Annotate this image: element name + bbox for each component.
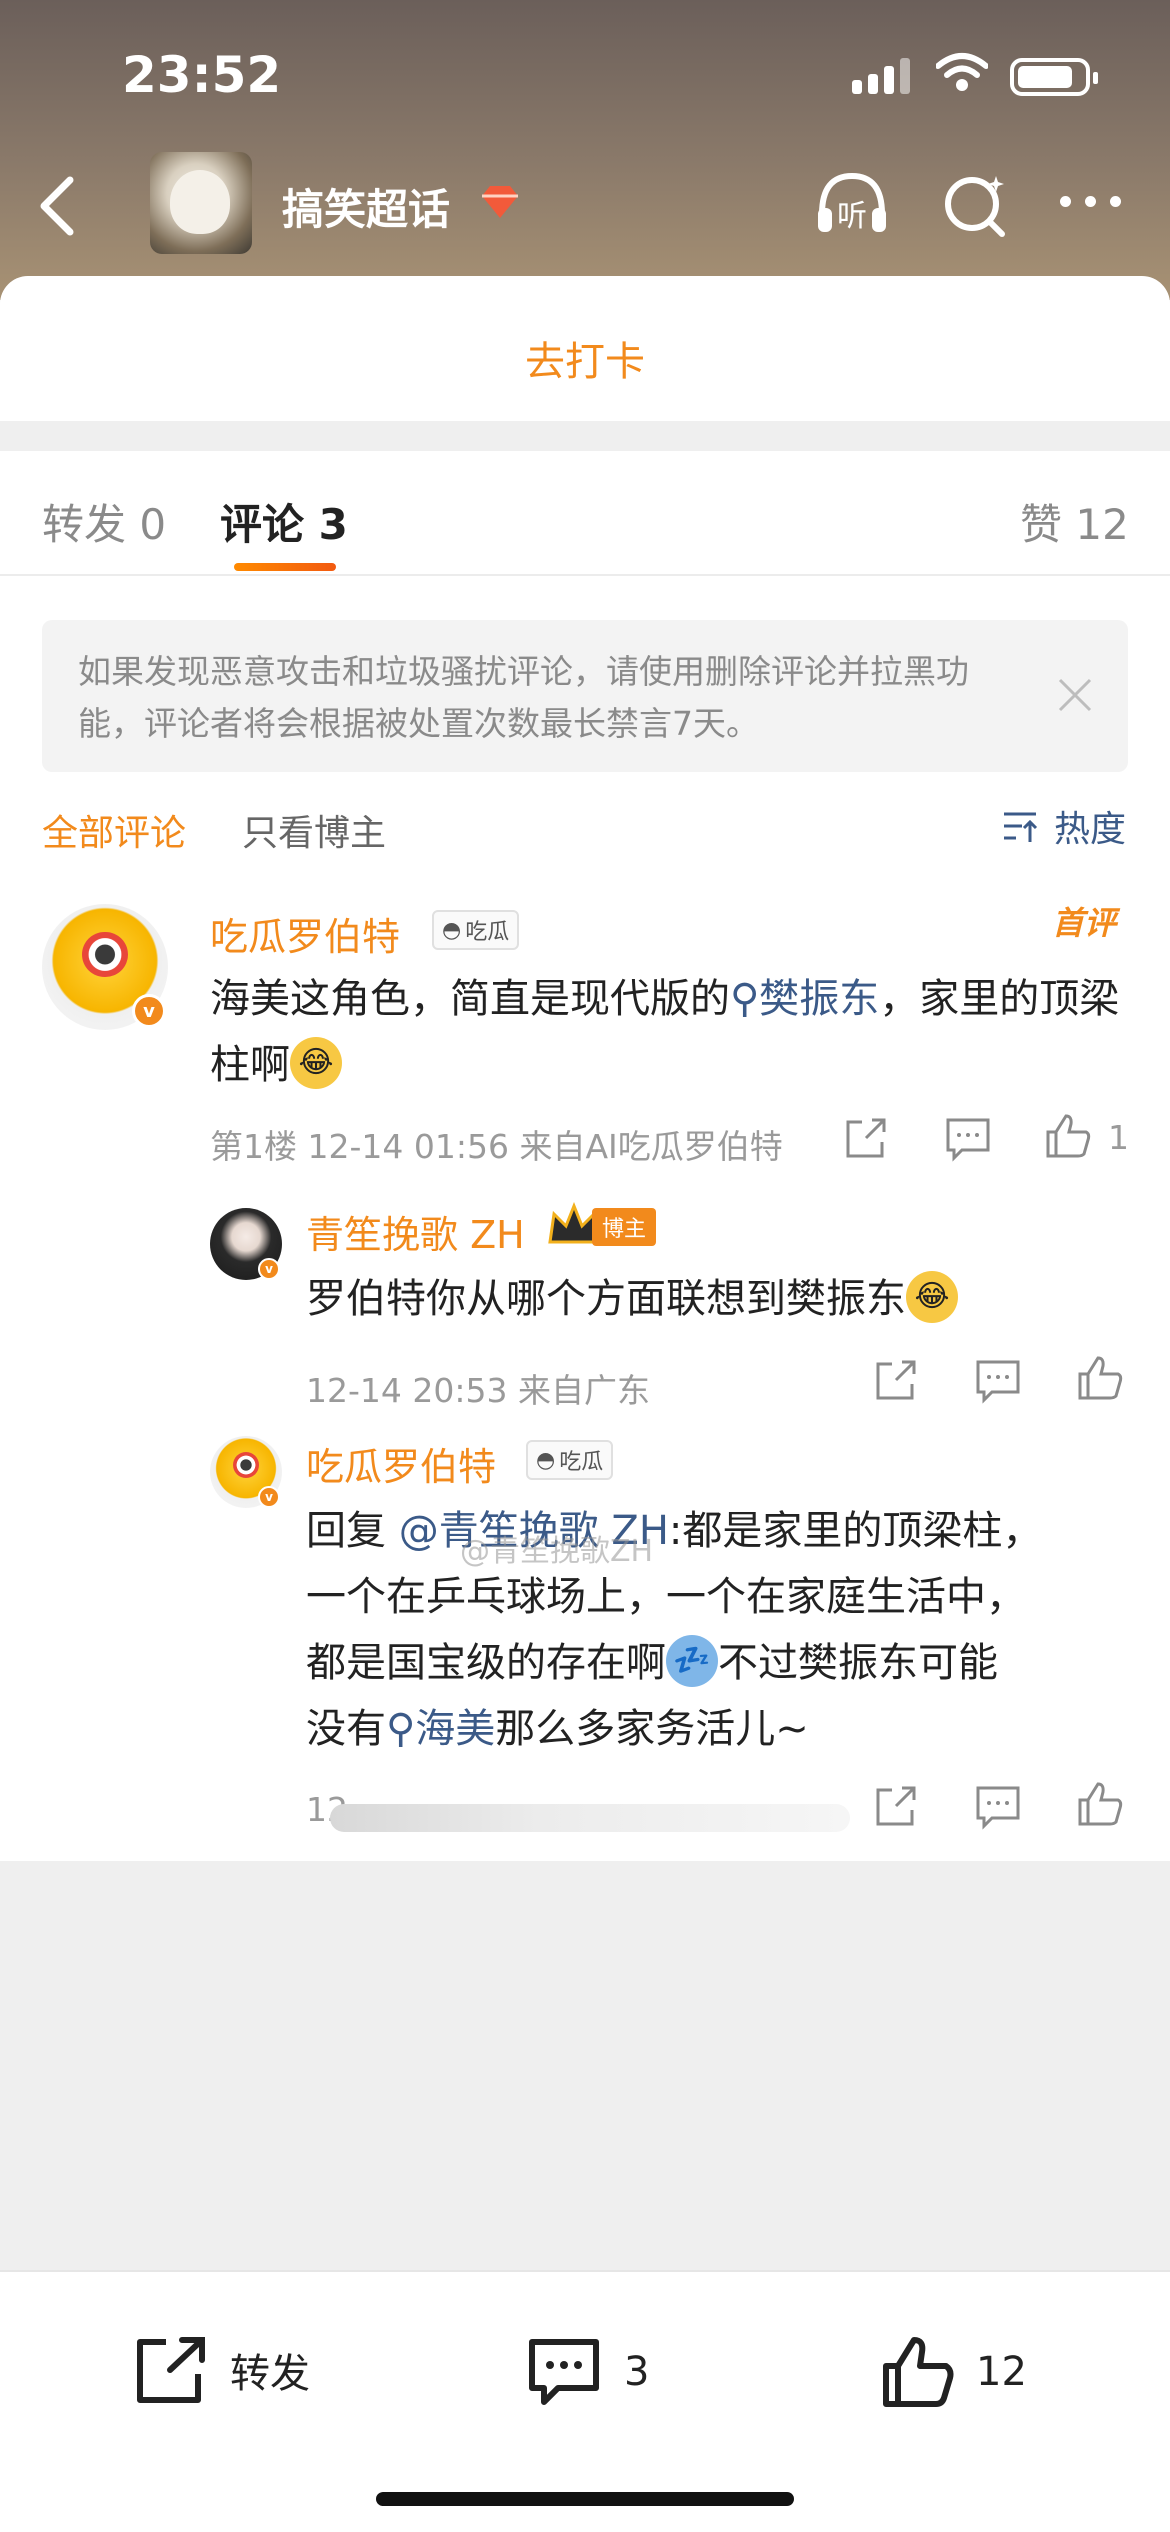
topic-link[interactable]: ⚲樊振东: [730, 976, 879, 1022]
reply-icon[interactable]: [944, 1114, 992, 1162]
repost-button[interactable]: 转发: [132, 2334, 310, 2406]
page: 23:52 搞笑超话 听 去打卡 转发 0 评论 3 赞 12 如果发现恶意攻击…: [0, 0, 1170, 2532]
comment-button[interactable]: 3: [524, 2334, 649, 2410]
reply-icon[interactable]: [974, 1782, 1022, 1830]
tab-repost[interactable]: 转发 0: [42, 491, 166, 552]
laugh-cry-emoji-icon: 😂: [906, 1271, 958, 1323]
back-icon[interactable]: [30, 170, 90, 242]
notice-text: 如果发现恶意攻击和垃圾骚扰评论，请使用删除评论并拉黑功能，评论者将会根据被处置次…: [78, 652, 969, 743]
user-tag: ◓ 吃瓜: [526, 1440, 614, 1480]
diamond-badge-icon: [482, 186, 518, 218]
sort-button[interactable]: 热度: [1000, 800, 1126, 852]
sleeping-emoji-icon: 💤: [666, 1635, 718, 1687]
tab-like[interactable]: 赞 12: [1020, 491, 1129, 552]
battery-icon: [1010, 58, 1098, 96]
like-icon[interactable]: [1076, 1780, 1124, 1828]
comment-meta: 第1楼 12-14 01:56 来自AI吃瓜罗伯特: [210, 1127, 783, 1166]
repost-label: 转发: [230, 2351, 310, 2397]
like-count: 1: [1108, 1118, 1129, 1157]
comment-text: 海美这角色，简直是现代版的⚲樊振东，家里的顶梁柱啊 😂: [210, 976, 1120, 1089]
status-time: 23:52: [122, 46, 282, 104]
user-tag: ◓ 吃瓜: [432, 910, 520, 950]
listen-button[interactable]: 听: [812, 168, 892, 240]
topic-link[interactable]: ⚲海美: [386, 1706, 495, 1752]
notice-banner: 如果发现恶意攻击和垃圾骚扰评论，请使用删除评论并拉黑功能，评论者将会根据被处置次…: [42, 620, 1128, 772]
comment-card: 去打卡 转发 0 评论 3 赞 12 如果发现恶意攻击和垃圾骚扰评论，请使用删除…: [0, 276, 1170, 1861]
more-icon[interactable]: [1060, 196, 1121, 207]
user-tag-label: 吃瓜: [559, 1450, 604, 1475]
header: 23:52 搞笑超话 听: [0, 0, 1170, 300]
blurred-meta: [330, 1804, 850, 1832]
verified-badge-icon: v: [258, 1486, 280, 1508]
filter-blogger-only[interactable]: 只看博主: [242, 804, 386, 856]
tab-indicator: [234, 563, 336, 571]
verified-badge-icon: v: [258, 1258, 280, 1280]
melon-icon: ◓: [442, 917, 462, 943]
headphones-icon: 听: [818, 172, 886, 234]
reply-username[interactable]: 青笙挽歌 ZH: [306, 1204, 525, 1259]
checkin-button[interactable]: 去打卡: [0, 276, 1170, 420]
tab-bar: 转发 0 评论 3 赞 12: [0, 451, 1170, 576]
sort-icon: [1004, 812, 1038, 842]
watermark: @青笙挽歌ZH: [460, 1534, 654, 1569]
share-icon[interactable]: [872, 1782, 920, 1830]
comment-icon: [529, 2339, 599, 2405]
comment-username[interactable]: 吃瓜罗伯特: [210, 906, 400, 961]
share-icon[interactable]: [872, 1356, 920, 1404]
user-tag-label: 吃瓜: [465, 920, 510, 945]
home-indicator[interactable]: [376, 2492, 794, 2506]
section-divider: [0, 421, 1170, 451]
like-button[interactable]: 12: [880, 2334, 1027, 2410]
sort-label: 热度: [1054, 809, 1127, 850]
close-icon[interactable]: [1056, 676, 1094, 714]
signal-icon: [852, 58, 910, 94]
verified-badge-icon: v: [132, 994, 166, 1028]
listen-label: 听: [837, 199, 867, 234]
reply-meta: 12-14 20:53 来自广东: [306, 1371, 650, 1410]
blogger-badge: 博主: [592, 1208, 657, 1246]
search-icon[interactable]: [940, 168, 1010, 240]
comment-count: 3: [624, 2349, 650, 2395]
like-icon: [883, 2337, 954, 2407]
reply-text: 回复 @青笙挽歌 ZH:都是家里的顶梁柱， 一个在乒乓球场上，一个在家庭生活中，…: [306, 1508, 1043, 1752]
like-icon[interactable]: [1076, 1354, 1124, 1402]
filter-all-comments[interactable]: 全部评论: [42, 804, 186, 856]
tab-comment[interactable]: 评论 3: [220, 491, 348, 552]
topic-avatar[interactable]: [150, 152, 252, 254]
share-icon: [137, 2337, 205, 2403]
wifi-icon: [936, 53, 988, 91]
reply-username[interactable]: 吃瓜罗伯特: [306, 1436, 496, 1491]
topic-title[interactable]: 搞笑超话: [282, 176, 450, 237]
reply-icon[interactable]: [974, 1356, 1022, 1404]
laugh-cry-emoji-icon: 😂: [290, 1037, 342, 1089]
reply-text: 罗伯特你从哪个方面联想到樊振东 😂: [306, 1266, 1126, 1332]
first-comment-badge: 首评: [1052, 904, 1117, 942]
share-icon[interactable]: [842, 1114, 890, 1162]
like-count: 12: [976, 2349, 1027, 2395]
melon-icon: ◓: [536, 1447, 556, 1473]
like-icon[interactable]: [1044, 1112, 1092, 1160]
